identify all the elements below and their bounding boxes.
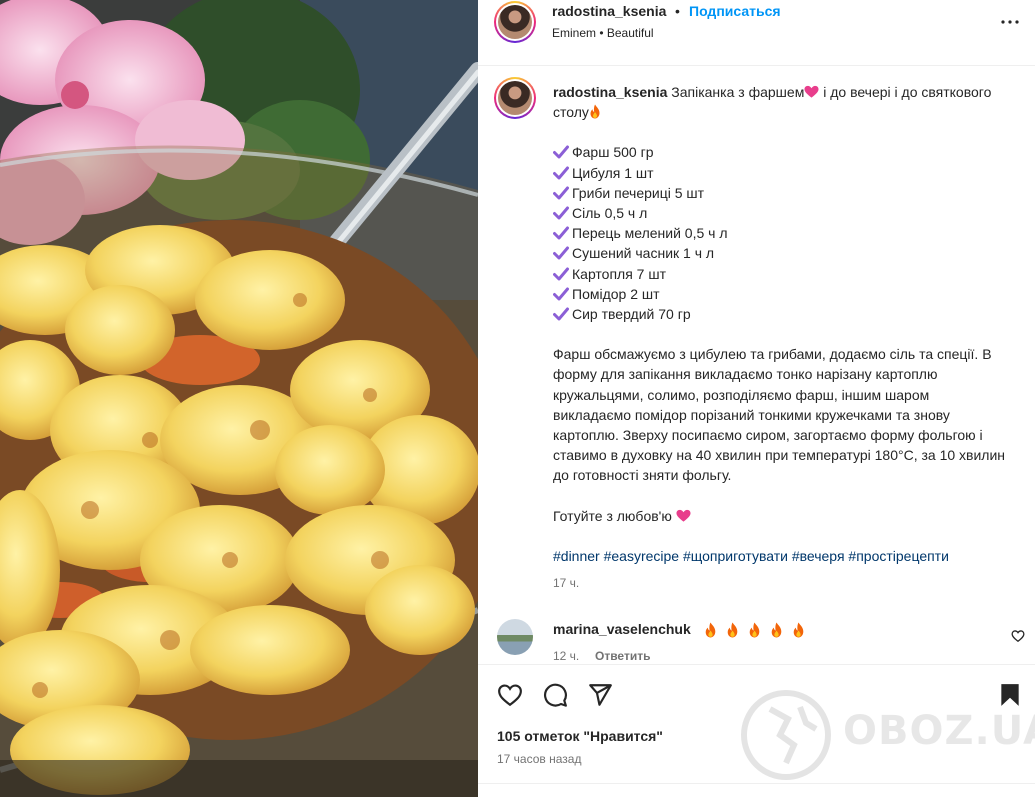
comment-like-icon[interactable] [1011,629,1025,643]
commenter-username[interactable]: marina_vaselenchuk [553,621,691,637]
post-media[interactable] [0,0,478,797]
author-username[interactable]: radostina_ksenia [552,3,666,19]
check-icon [553,226,569,240]
bookmark-icon[interactable] [997,682,1023,708]
post-caption: radostina_ksenia Запіканка з фаршем і до… [553,82,1008,566]
ingredient-item: Сіль 0,5 ч л [553,203,1008,223]
author-avatar[interactable] [494,1,536,43]
casserole-photo [0,0,478,797]
post-header: radostina_ksenia • Подписаться Eminem • … [478,0,1035,66]
check-icon [553,206,569,220]
check-icon [553,166,569,180]
caption-title: radostina_ksenia Запіканка з фаршем і до… [553,82,1008,122]
comments-scroll-area[interactable]: radostina_ksenia Запіканка з фаршем і до… [478,67,1035,664]
check-icon [553,186,569,200]
reply-button[interactable]: Ответить [595,649,650,663]
ingredient-text: Цибуля 1 шт [572,164,654,181]
ingredient-list: Фарш 500 гр Цибуля 1 шт Гриби печериці 5… [553,142,1008,324]
ingredient-text: Фарш 500 гр [572,144,654,161]
ingredient-text: Сир твердий 70 гр [572,306,691,323]
divider [478,783,1035,784]
fire-emoji-icon [793,622,804,638]
hashtag-link[interactable]: #щоприготувати [683,548,788,564]
globe-watermark-icon [741,690,831,780]
hashtags: #dinner #easyrecipe #щоприготувати #вече… [553,546,1008,566]
fire-emoji-icon [590,104,600,119]
hashtag-link[interactable]: #вечеря [792,548,845,564]
ingredient-text: Перець мелений 0,5 ч л [572,225,728,242]
comment-time[interactable]: 12 ч. [553,649,579,663]
recipe-method: Фарш обсмажуємо з цибулею та грибами, до… [553,346,1006,484]
heart-emoji-icon [804,85,819,98]
ingredient-item: Гриби печериці 5 шт [553,183,1008,203]
check-icon [553,307,569,321]
fire-emoji-icon [727,622,738,638]
fire-emoji-icon [749,622,760,638]
audio-track[interactable]: Eminem • Beautiful [552,26,654,40]
post-actions: 105 отметок "Нравится" 17 часов назад OB… [478,664,1035,797]
closing-text: Готуйте з любов'ю [553,507,672,524]
comment-text [704,622,814,643]
header-separator: • [675,3,680,19]
ingredient-item: Помідор 2 шт [553,284,1008,304]
post-panel: radostina_ksenia • Подписаться Eminem • … [478,0,1035,797]
post-time-ago[interactable]: 17 часов назад [497,752,581,766]
caption-time[interactable]: 17 ч. [553,576,579,590]
check-icon [553,287,569,301]
ingredient-text: Картопля 7 шт [572,265,667,282]
check-icon [553,267,569,281]
fire-emoji-icon [771,622,782,638]
more-options-icon[interactable] [998,10,1022,34]
share-icon[interactable] [587,682,613,708]
ingredient-item: Картопля 7 шт [553,264,1008,284]
commenter-avatar[interactable] [497,619,533,655]
ingredient-text: Гриби печериці 5 шт [572,184,705,201]
ingredient-item: Сушений часник 1 ч л [553,243,1008,263]
ingredient-text: Сіль 0,5 ч л [572,205,648,222]
ingredient-item: Цибуля 1 шт [553,163,1008,183]
follow-button[interactable]: Подписаться [689,3,781,19]
watermark-text: OBOZ.UA [843,708,1035,754]
like-icon[interactable] [497,682,523,708]
ingredient-text: Помідор 2 шт [572,285,660,302]
hashtag-link[interactable]: #простірецепти [848,548,949,564]
check-icon [553,246,569,260]
fire-emoji-icon [705,622,716,638]
check-icon [553,145,569,159]
ingredient-text: Сушений часник 1 ч л [572,245,715,262]
likes-count[interactable]: 105 отметок "Нравится" [497,728,663,744]
ingredient-item: Перець мелений 0,5 ч л [553,223,1008,243]
heart-emoji-icon [676,509,691,522]
ingredient-item: Сир твердий 70 гр [553,304,1008,324]
hashtag-link[interactable]: #dinner [553,548,600,564]
hashtag-link[interactable]: #easyrecipe [604,548,680,564]
caption-username[interactable]: radostina_ksenia [553,84,667,100]
caption-title-a: Запіканка з фаршем [671,84,805,100]
caption-closing: Готуйте з любов'ю [553,506,1008,526]
comment-icon[interactable] [542,682,568,708]
caption-author-avatar[interactable] [494,77,536,119]
ingredient-item: Фарш 500 гр [553,142,1008,162]
